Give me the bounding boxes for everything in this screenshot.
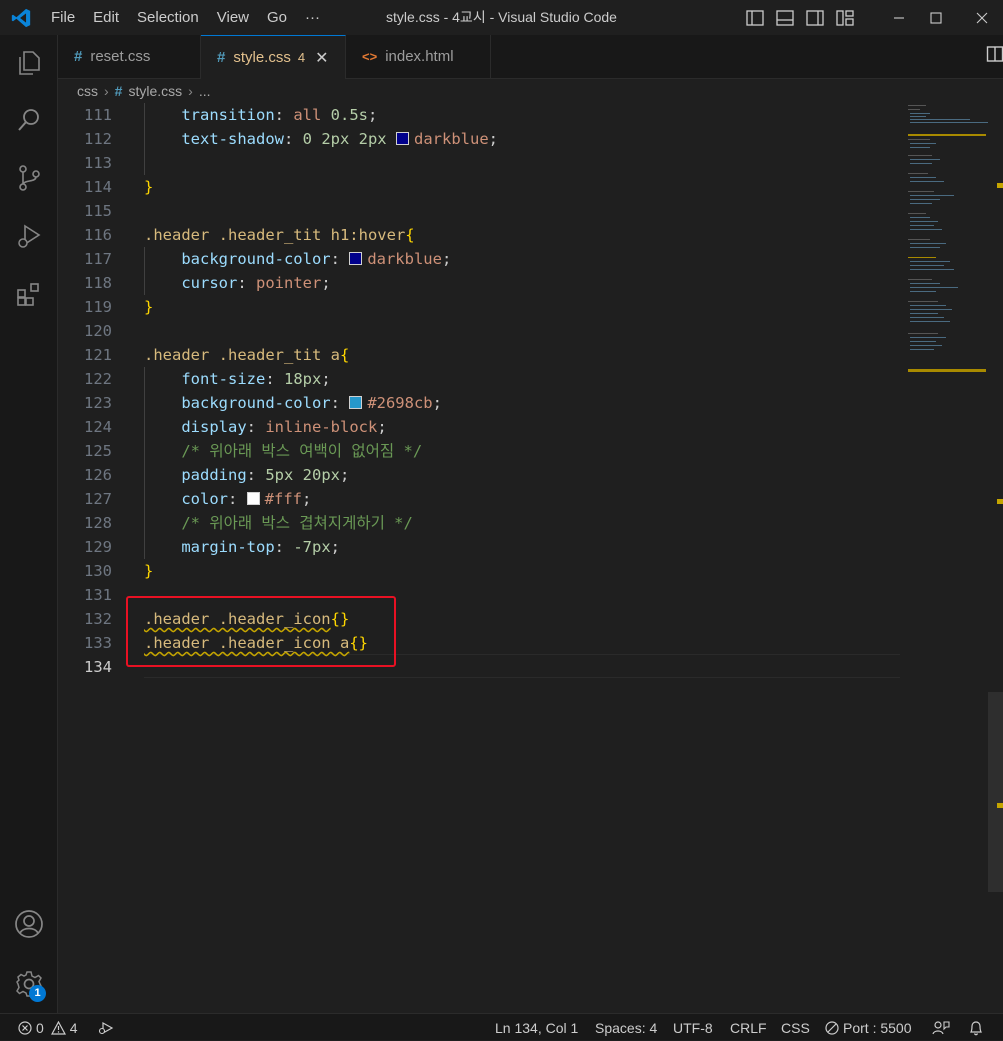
tab-problem-count: 4 <box>297 50 306 65</box>
breadcrumb-folder[interactable]: css <box>77 83 98 99</box>
layout-controls <box>744 7 856 29</box>
menu-edit[interactable]: Edit <box>84 9 128 26</box>
split-editor-icon[interactable] <box>986 45 1003 67</box>
extensions-icon[interactable] <box>13 278 45 310</box>
css-hash-icon: # <box>74 48 83 65</box>
tab-reset-css[interactable]: # reset.css <box>58 35 201 78</box>
debug-status-icon[interactable] <box>98 1014 114 1041</box>
language-mode[interactable]: CSS <box>781 1014 810 1041</box>
settings-update-badge: 1 <box>29 985 46 1002</box>
source-control-icon[interactable] <box>13 162 45 194</box>
tab-style-css[interactable]: # style.css 4 ✕ <box>201 35 346 79</box>
close-window-icon[interactable] <box>959 0 1003 35</box>
no-entry-icon <box>825 1020 839 1035</box>
vscode-logo-icon <box>11 8 31 28</box>
toggle-primary-sidebar-icon[interactable] <box>744 7 766 29</box>
tab-label: index.html <box>385 48 454 65</box>
menu-file[interactable]: File <box>42 9 84 26</box>
color-swatch[interactable] <box>349 252 363 265</box>
color-swatch[interactable] <box>349 396 363 409</box>
breadcrumb: css › # style.css › ... <box>58 79 211 103</box>
scrollbar-thumb[interactable] <box>988 692 1003 892</box>
indentation-status[interactable]: Spaces: 4 <box>595 1014 657 1041</box>
error-count: 0 <box>36 1019 44 1036</box>
tab-label: reset.css <box>90 48 151 65</box>
explorer-icon[interactable] <box>13 47 45 79</box>
menu-bar: File Edit Selection View Go ··· <box>42 0 329 35</box>
color-swatch[interactable] <box>396 132 409 145</box>
tab-label: style.css <box>233 49 291 66</box>
scrollbar-warning-marker <box>997 183 1003 188</box>
close-tab-icon[interactable]: ✕ <box>315 48 328 68</box>
feedback-icon[interactable] <box>932 1014 950 1041</box>
warning-count: 4 <box>69 1019 78 1036</box>
breadcrumb-more[interactable]: ... <box>199 83 211 99</box>
toggle-panel-icon[interactable] <box>774 7 796 29</box>
toggle-secondary-sidebar-icon[interactable] <box>804 7 826 29</box>
warning-icon <box>50 1020 66 1035</box>
menu-view[interactable]: View <box>208 9 258 26</box>
menu-go[interactable]: Go <box>258 9 296 26</box>
error-icon <box>18 1020 32 1035</box>
activity-bar <box>0 35 58 1013</box>
maximize-icon[interactable] <box>913 0 959 35</box>
css-hash-icon: # <box>114 83 123 99</box>
chevron-right-icon: › <box>188 83 193 99</box>
live-server-status[interactable]: Port : 5500 <box>825 1014 912 1041</box>
run-debug-icon[interactable] <box>13 220 45 252</box>
tab-index-html[interactable]: <> index.html <box>346 35 491 78</box>
title-bar: File Edit Selection View Go ··· style.cs… <box>0 0 1003 35</box>
html-brackets-icon: <> <box>362 49 378 64</box>
status-bar: 0 4 Ln 134, Col 1 Spaces: 4 UTF-8 CRLF C… <box>0 1013 1003 1040</box>
chevron-right-icon: › <box>104 83 109 99</box>
menu-more[interactable]: ··· <box>296 9 329 26</box>
scrollbar-warning-marker <box>997 803 1003 808</box>
port-label: Port : 5500 <box>843 1019 912 1036</box>
accounts-icon[interactable] <box>13 908 45 940</box>
search-icon[interactable] <box>13 104 45 136</box>
window-controls <box>885 0 1003 35</box>
problems-status[interactable]: 0 4 <box>18 1014 78 1041</box>
eol-status[interactable]: CRLF <box>730 1014 767 1041</box>
notifications-bell-icon[interactable] <box>968 1014 984 1041</box>
code-editor[interactable]: 111 transition: all 0.5s; 112 text-shado… <box>58 103 1003 1013</box>
css-hash-icon: # <box>217 49 226 66</box>
minimize-icon[interactable] <box>885 0 913 35</box>
highlight-annotation-box <box>126 596 396 667</box>
customize-layout-icon[interactable] <box>834 7 856 29</box>
encoding-status[interactable]: UTF-8 <box>673 1014 713 1041</box>
scrollbar-warning-marker <box>997 499 1003 504</box>
color-swatch[interactable] <box>246 492 260 505</box>
tab-actions: ··· <box>986 45 1003 67</box>
cursor-position[interactable]: Ln 134, Col 1 <box>495 1014 578 1041</box>
editor-tabs: # reset.css # style.css 4 ✕ <> index.htm… <box>58 35 1003 79</box>
minimap[interactable] <box>908 103 988 383</box>
menu-selection[interactable]: Selection <box>128 9 208 26</box>
breadcrumb-file[interactable]: style.css <box>128 83 182 99</box>
